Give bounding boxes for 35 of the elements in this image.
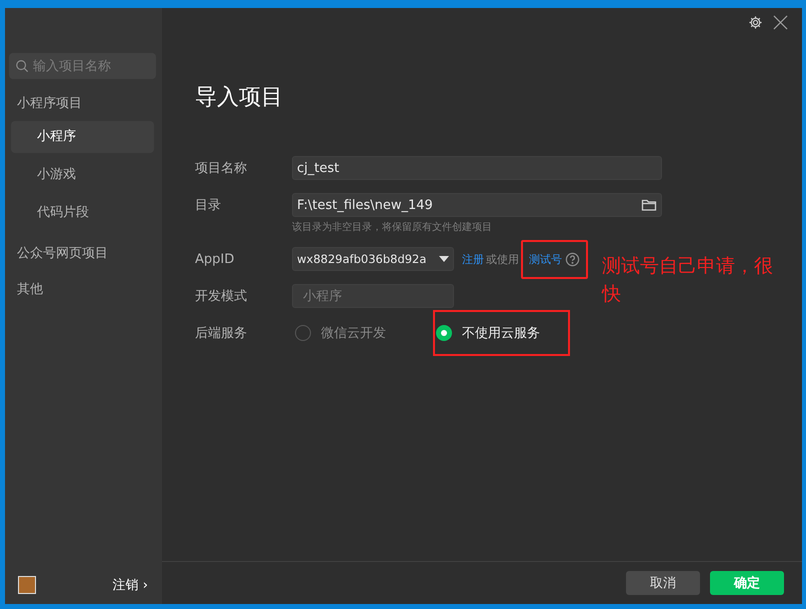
radio-button[interactable] [295, 325, 311, 341]
cancel-button[interactable]: 取消 [626, 571, 700, 595]
field-label: 项目名称 [195, 160, 248, 177]
sidebar-group[interactable]: 公众号网页项目 [5, 243, 162, 265]
folder-field[interactable]: F:\test_files\new_149 [292, 193, 662, 217]
field-label: 开发模式 [195, 288, 248, 305]
annotation-text: 测试号自己申请，很快 [602, 254, 774, 307]
radio-label: 不使用云服务 [462, 325, 540, 342]
search-field[interactable]: 输入项目名称 [9, 53, 156, 79]
caret-icon [439, 256, 449, 262]
folder-icon [641, 197, 657, 213]
hint-text: 该目录为非空目录，将保留原有文件创建项目 [292, 220, 493, 234]
test-account-link[interactable]: 测试号 [529, 252, 562, 266]
close-icon [773, 14, 788, 30]
avatar[interactable] [18, 576, 36, 594]
field-label: 后端服务 [195, 325, 248, 342]
or-text: 或使用 [486, 252, 519, 266]
search-icon [15, 59, 29, 73]
mode-field: 小程序 [292, 284, 454, 308]
sidebar-item[interactable]: 小程序 [11, 121, 154, 153]
sidebar-item[interactable]: 代码片段 [11, 197, 154, 229]
field-label: 目录 [195, 197, 222, 214]
help-icon [565, 252, 580, 266]
field-label: AppID [195, 252, 236, 266]
logout-link[interactable]: 注销 › [112, 576, 148, 594]
sidebar-group[interactable]: 小程序项目 [5, 93, 162, 115]
radio-label: 微信云开发 [321, 325, 386, 342]
radio-button[interactable] [436, 325, 452, 341]
register-link[interactable]: 注册 [462, 252, 484, 266]
sidebar-item[interactable]: 小游戏 [11, 159, 154, 191]
text-field[interactable]: cj_test [292, 156, 662, 180]
sidebar-group[interactable]: 其他 [5, 279, 162, 301]
settings-icon [748, 14, 763, 30]
appid-select[interactable]: wx8829afb036b8d92a [292, 247, 454, 271]
page-title: 导入项目 [195, 84, 284, 112]
